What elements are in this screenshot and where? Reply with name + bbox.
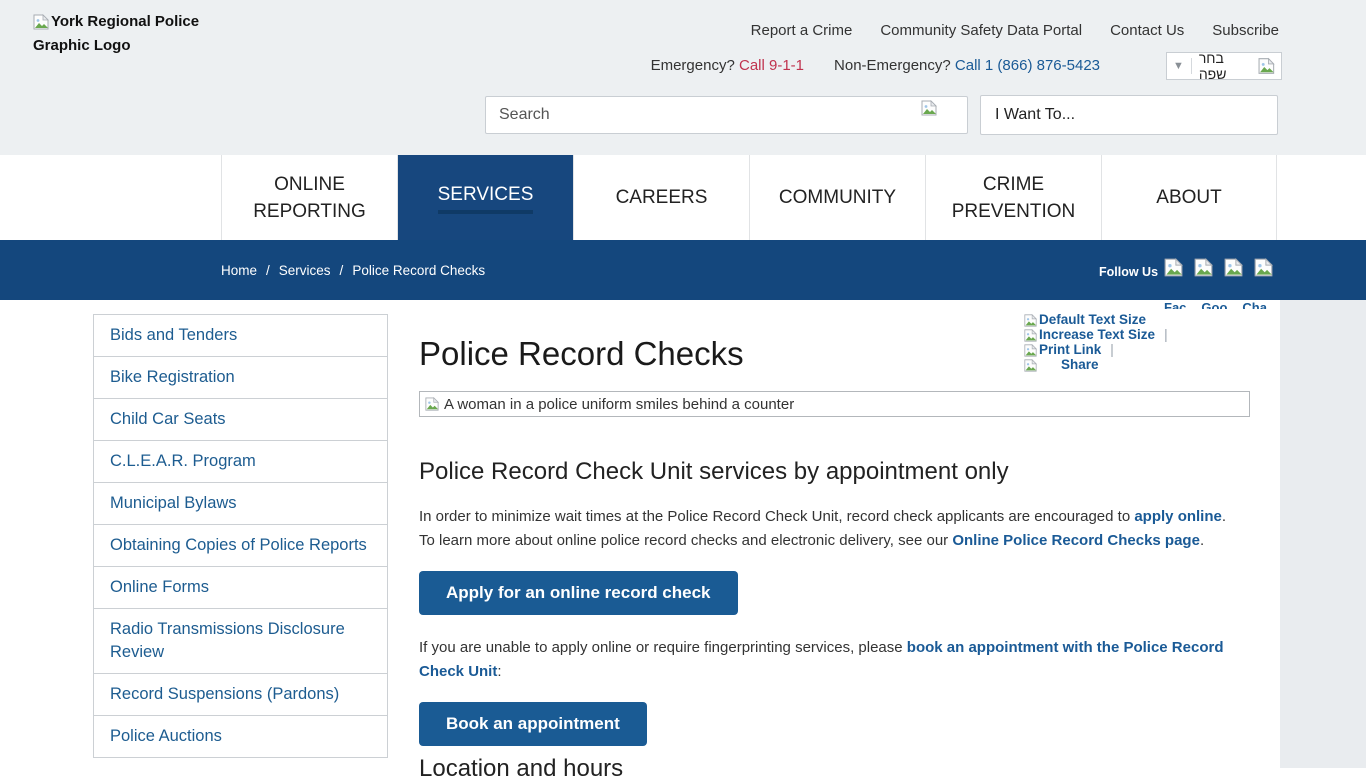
- social-icon-2[interactable]: [1194, 258, 1213, 277]
- intro-paragraph: In order to minimize wait times at the P…: [419, 505, 1231, 553]
- community-safety-data-portal-link[interactable]: Community Safety Data Portal: [880, 22, 1082, 39]
- broken-image-icon: [1024, 314, 1037, 327]
- default-text-size-button[interactable]: Default Text Size: [1024, 312, 1264, 327]
- hero-image: A woman in a police uniform smiles behin…: [419, 391, 1250, 417]
- online-record-checks-page-link[interactable]: Online Police Record Checks page: [952, 532, 1200, 549]
- broken-image-icon: [425, 397, 439, 411]
- breadcrumb-services[interactable]: Services: [279, 263, 331, 278]
- chevron-down-icon: ▼: [1173, 60, 1184, 72]
- social-icon-1[interactable]: [1164, 258, 1183, 277]
- tools-separator: |: [1164, 327, 1168, 342]
- alt-fragment: Cha: [1242, 300, 1267, 309]
- call-911-link[interactable]: Call 9-1-1: [739, 57, 804, 74]
- apply-online-record-check-button[interactable]: Apply for an online record check: [419, 571, 738, 615]
- search-input[interactable]: [486, 97, 967, 133]
- social-icon-3[interactable]: [1224, 258, 1243, 277]
- breadcrumb-current: Police Record Checks: [352, 263, 485, 278]
- right-gutter: [1280, 300, 1366, 768]
- i-want-to-dropdown[interactable]: I Want To...: [980, 95, 1278, 135]
- nav-item-online-reporting[interactable]: ONLINE REPORTING: [221, 155, 397, 240]
- print-link-button[interactable]: Print Link|: [1024, 342, 1264, 357]
- tools-separator: |: [1110, 342, 1114, 357]
- main-navigation: ONLINE REPORTING SERVICES CAREERS COMMUN…: [0, 155, 1366, 240]
- page-tools: Default Text Size Increase Text Size| Pr…: [1024, 312, 1264, 372]
- sidebar-item-record-suspensions[interactable]: Record Suspensions (Pardons): [93, 673, 388, 716]
- non-emergency-group: Non-Emergency? Call 1 (866) 876-5423: [834, 57, 1100, 74]
- section-heading: Police Record Check Unit services by app…: [419, 458, 1009, 486]
- apply-online-link[interactable]: apply online: [1134, 508, 1222, 525]
- book-appointment-button[interactable]: Book an appointment: [419, 702, 647, 746]
- social-icons: [1164, 258, 1273, 277]
- page-title: Police Record Checks: [419, 335, 744, 373]
- printer-icon: [1024, 344, 1037, 357]
- sidebar-navigation: Bids and Tenders Bike Registration Child…: [93, 315, 388, 758]
- alt-fragment: Fac: [1164, 300, 1186, 309]
- social-icon-4[interactable]: [1254, 258, 1273, 277]
- breadcrumb-band: Home / Services / Police Record Checks F…: [0, 240, 1366, 300]
- sidebar-item-child-car-seats[interactable]: Child Car Seats: [93, 398, 388, 441]
- emergency-row: Emergency? Call 9-1-1 Non-Emergency? Cal…: [651, 57, 1100, 74]
- sidebar-item-obtaining-copies[interactable]: Obtaining Copies of Police Reports: [93, 524, 388, 567]
- sidebar-item-police-auctions[interactable]: Police Auctions: [93, 715, 388, 758]
- broken-image-icon: [1024, 329, 1037, 342]
- nav-item-careers[interactable]: CAREERS: [573, 155, 749, 240]
- nav-item-about[interactable]: ABOUT: [1101, 155, 1277, 240]
- appointment-paragraph: If you are unable to apply online or req…: [419, 636, 1231, 684]
- language-selector[interactable]: ▼ בחר שפה: [1166, 52, 1282, 80]
- sidebar-item-bids-and-tenders[interactable]: Bids and Tenders: [93, 314, 388, 357]
- share-icon: [1024, 359, 1037, 372]
- search-icon[interactable]: [921, 100, 937, 116]
- hero-image-alt-text: A woman in a police uniform smiles behin…: [444, 396, 794, 413]
- header: York Regional Police Graphic Logo Report…: [0, 0, 1366, 155]
- breadcrumb-separator: /: [266, 263, 270, 278]
- search-box: [485, 96, 968, 134]
- contact-us-link[interactable]: Contact Us: [1110, 22, 1184, 39]
- breadcrumb-separator: /: [340, 263, 344, 278]
- site-logo[interactable]: York Regional Police Graphic Logo: [33, 10, 203, 58]
- sidebar-item-clear-program[interactable]: C.L.E.A.R. Program: [93, 440, 388, 483]
- utility-links: Report a Crime Community Safety Data Por…: [751, 22, 1279, 39]
- sidebar-item-online-forms[interactable]: Online Forms: [93, 566, 388, 609]
- content-area: Fac Goo Cha D Default Text Size Increase…: [0, 300, 1280, 768]
- broken-image-icon: [33, 14, 49, 30]
- follow-us-label: Follow Us: [1099, 265, 1158, 279]
- nav-item-crime-prevention[interactable]: CRIME PREVENTION: [925, 155, 1101, 240]
- non-emergency-label: Non-Emergency?: [834, 57, 951, 74]
- sidebar-item-bike-registration[interactable]: Bike Registration: [93, 356, 388, 399]
- sidebar-item-municipal-bylaws[interactable]: Municipal Bylaws: [93, 482, 388, 525]
- divider: [1191, 58, 1192, 74]
- breadcrumb-home[interactable]: Home: [221, 263, 257, 278]
- alt-fragment: Goo: [1201, 300, 1227, 309]
- increase-text-size-button[interactable]: Increase Text Size|: [1024, 327, 1264, 342]
- sidebar-item-radio-transmissions[interactable]: Radio Transmissions Disclosure Review: [93, 608, 388, 674]
- i-want-to-label: I Want To...: [995, 106, 1075, 124]
- emergency-group: Emergency? Call 9-1-1: [651, 57, 804, 74]
- nav-item-services[interactable]: SERVICES: [397, 155, 573, 240]
- non-emergency-phone-link[interactable]: Call 1 (866) 876-5423: [955, 57, 1100, 74]
- language-selector-label: בחר שפה: [1199, 50, 1251, 82]
- social-alt-text-fragments: Fac Goo Cha D: [1164, 300, 1294, 309]
- logo-alt-text: York Regional Police Graphic Logo: [33, 13, 199, 54]
- broken-image-icon: [1258, 57, 1275, 75]
- location-hours-heading: Location and hours: [419, 755, 623, 783]
- share-button[interactable]: Share: [1024, 357, 1264, 372]
- nav-item-community[interactable]: COMMUNITY: [749, 155, 925, 240]
- report-a-crime-link[interactable]: Report a Crime: [751, 22, 853, 39]
- breadcrumb: Home / Services / Police Record Checks: [221, 263, 485, 278]
- emergency-label: Emergency?: [651, 57, 735, 74]
- subscribe-link[interactable]: Subscribe: [1212, 22, 1279, 39]
